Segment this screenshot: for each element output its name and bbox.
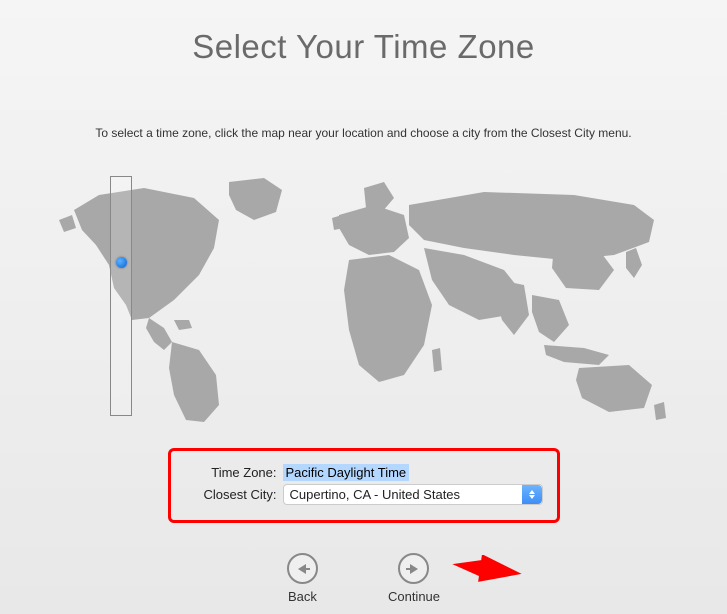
- closest-city-label: Closest City:: [185, 487, 277, 502]
- world-map-svg: [54, 170, 674, 430]
- arrow-right-icon: [398, 553, 429, 584]
- back-button[interactable]: Back: [287, 553, 318, 604]
- nav-buttons: Back Continue: [0, 553, 727, 604]
- back-label: Back: [288, 589, 317, 604]
- closest-city-select[interactable]: Cupertino, CA - United States: [283, 484, 543, 505]
- continue-button[interactable]: Continue: [388, 553, 440, 604]
- continue-label: Continue: [388, 589, 440, 604]
- timezone-label: Time Zone:: [185, 465, 277, 480]
- page-title: Select Your Time Zone: [0, 0, 727, 66]
- world-map[interactable]: [54, 170, 674, 430]
- timezone-value[interactable]: Pacific Daylight Time: [283, 464, 410, 481]
- annotation-arrow-icon: [452, 555, 522, 593]
- closest-city-value: Cupertino, CA - United States: [290, 487, 461, 502]
- arrow-left-icon: [287, 553, 318, 584]
- chevron-updown-icon: [522, 485, 542, 504]
- timezone-form-highlight: Time Zone: Pacific Daylight Time Closest…: [168, 448, 560, 523]
- location-pin-icon: [116, 257, 127, 268]
- instruction-text: To select a time zone, click the map nea…: [0, 126, 727, 140]
